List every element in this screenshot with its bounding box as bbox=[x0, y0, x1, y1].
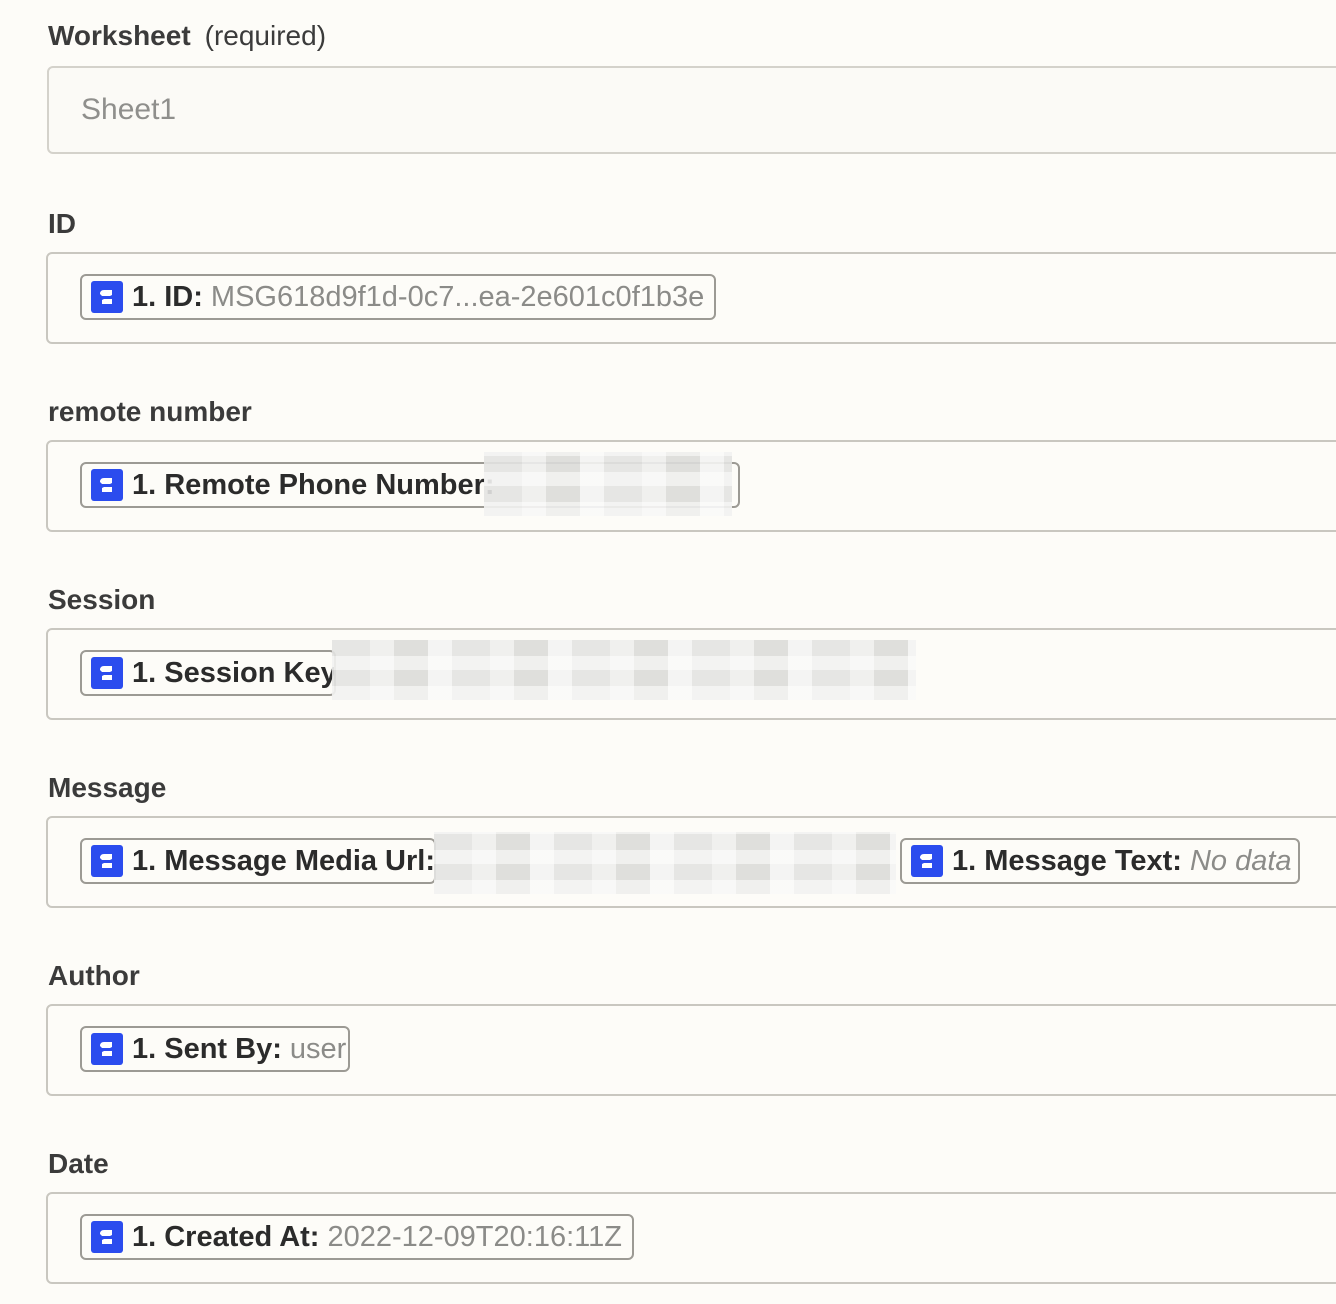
worksheet-placeholder: Sheet1 bbox=[81, 93, 177, 126]
redacted-value bbox=[484, 452, 732, 516]
session-token[interactable]: 1. Session Key: bbox=[80, 650, 336, 696]
author-token-label: 1. Sent By: bbox=[132, 1032, 282, 1065]
remote-number-input[interactable]: 1. Remote Phone Number: bbox=[46, 440, 1336, 532]
redacted-value bbox=[332, 640, 916, 700]
message-text-token-label: 1. Message Text: bbox=[952, 844, 1182, 877]
author-label: Author bbox=[48, 960, 140, 991]
message-text-token-value: No data bbox=[1189, 844, 1292, 877]
message-media-token[interactable]: 1. Message Media Url: bbox=[80, 838, 436, 884]
session-label: Session bbox=[48, 584, 156, 615]
app-connector-icon bbox=[91, 281, 123, 313]
app-connector-icon bbox=[91, 845, 123, 877]
session-input[interactable]: 1. Session Key: bbox=[46, 628, 1336, 720]
author-token[interactable]: 1. Sent By: user bbox=[80, 1026, 350, 1072]
app-connector-icon bbox=[91, 657, 123, 689]
message-text-token[interactable]: 1. Message Text: No data bbox=[900, 838, 1300, 884]
id-label: ID bbox=[48, 208, 76, 239]
message-input[interactable]: 1. Message Media Url: 1. Message Text: N… bbox=[46, 816, 1336, 908]
app-connector-icon bbox=[911, 845, 943, 877]
id-token-label: 1. ID: bbox=[132, 280, 203, 313]
author-input[interactable]: 1. Sent By: user bbox=[46, 1004, 1336, 1096]
remote-number-token-label: 1. Remote Phone Number: bbox=[132, 468, 495, 501]
remote-number-label: remote number bbox=[48, 396, 252, 427]
id-input[interactable]: 1. ID: MSG618d9f1d-0c7...ea-2e601c0f1b3e bbox=[46, 252, 1336, 344]
worksheet-label-text: Worksheet bbox=[48, 20, 191, 51]
date-token-label: 1. Created At: bbox=[132, 1220, 320, 1253]
app-connector-icon bbox=[91, 469, 123, 501]
id-token[interactable]: 1. ID: MSG618d9f1d-0c7...ea-2e601c0f1b3e bbox=[80, 274, 716, 320]
app-connector-icon bbox=[91, 1221, 123, 1253]
message-label: Message bbox=[48, 772, 167, 803]
date-label: Date bbox=[48, 1148, 109, 1179]
session-token-label: 1. Session Key: bbox=[132, 656, 336, 689]
worksheet-label: Worksheet (required) bbox=[48, 19, 326, 53]
id-token-value: MSG618d9f1d-0c7...ea-2e601c0f1b3e bbox=[210, 280, 705, 313]
date-token-value: 2022-12-09T20:16:11Z bbox=[327, 1220, 622, 1253]
message-media-token-label: 1. Message Media Url: bbox=[132, 844, 435, 877]
date-token[interactable]: 1. Created At: 2022-12-09T20:16:11Z bbox=[80, 1214, 634, 1260]
date-input[interactable]: 1. Created At: 2022-12-09T20:16:11Z bbox=[46, 1192, 1336, 1284]
required-indicator: (required) bbox=[204, 20, 327, 51]
redacted-value bbox=[434, 832, 896, 894]
author-token-value: user bbox=[289, 1032, 347, 1065]
worksheet-input[interactable]: Sheet1 bbox=[47, 66, 1336, 154]
app-connector-icon bbox=[91, 1033, 123, 1065]
